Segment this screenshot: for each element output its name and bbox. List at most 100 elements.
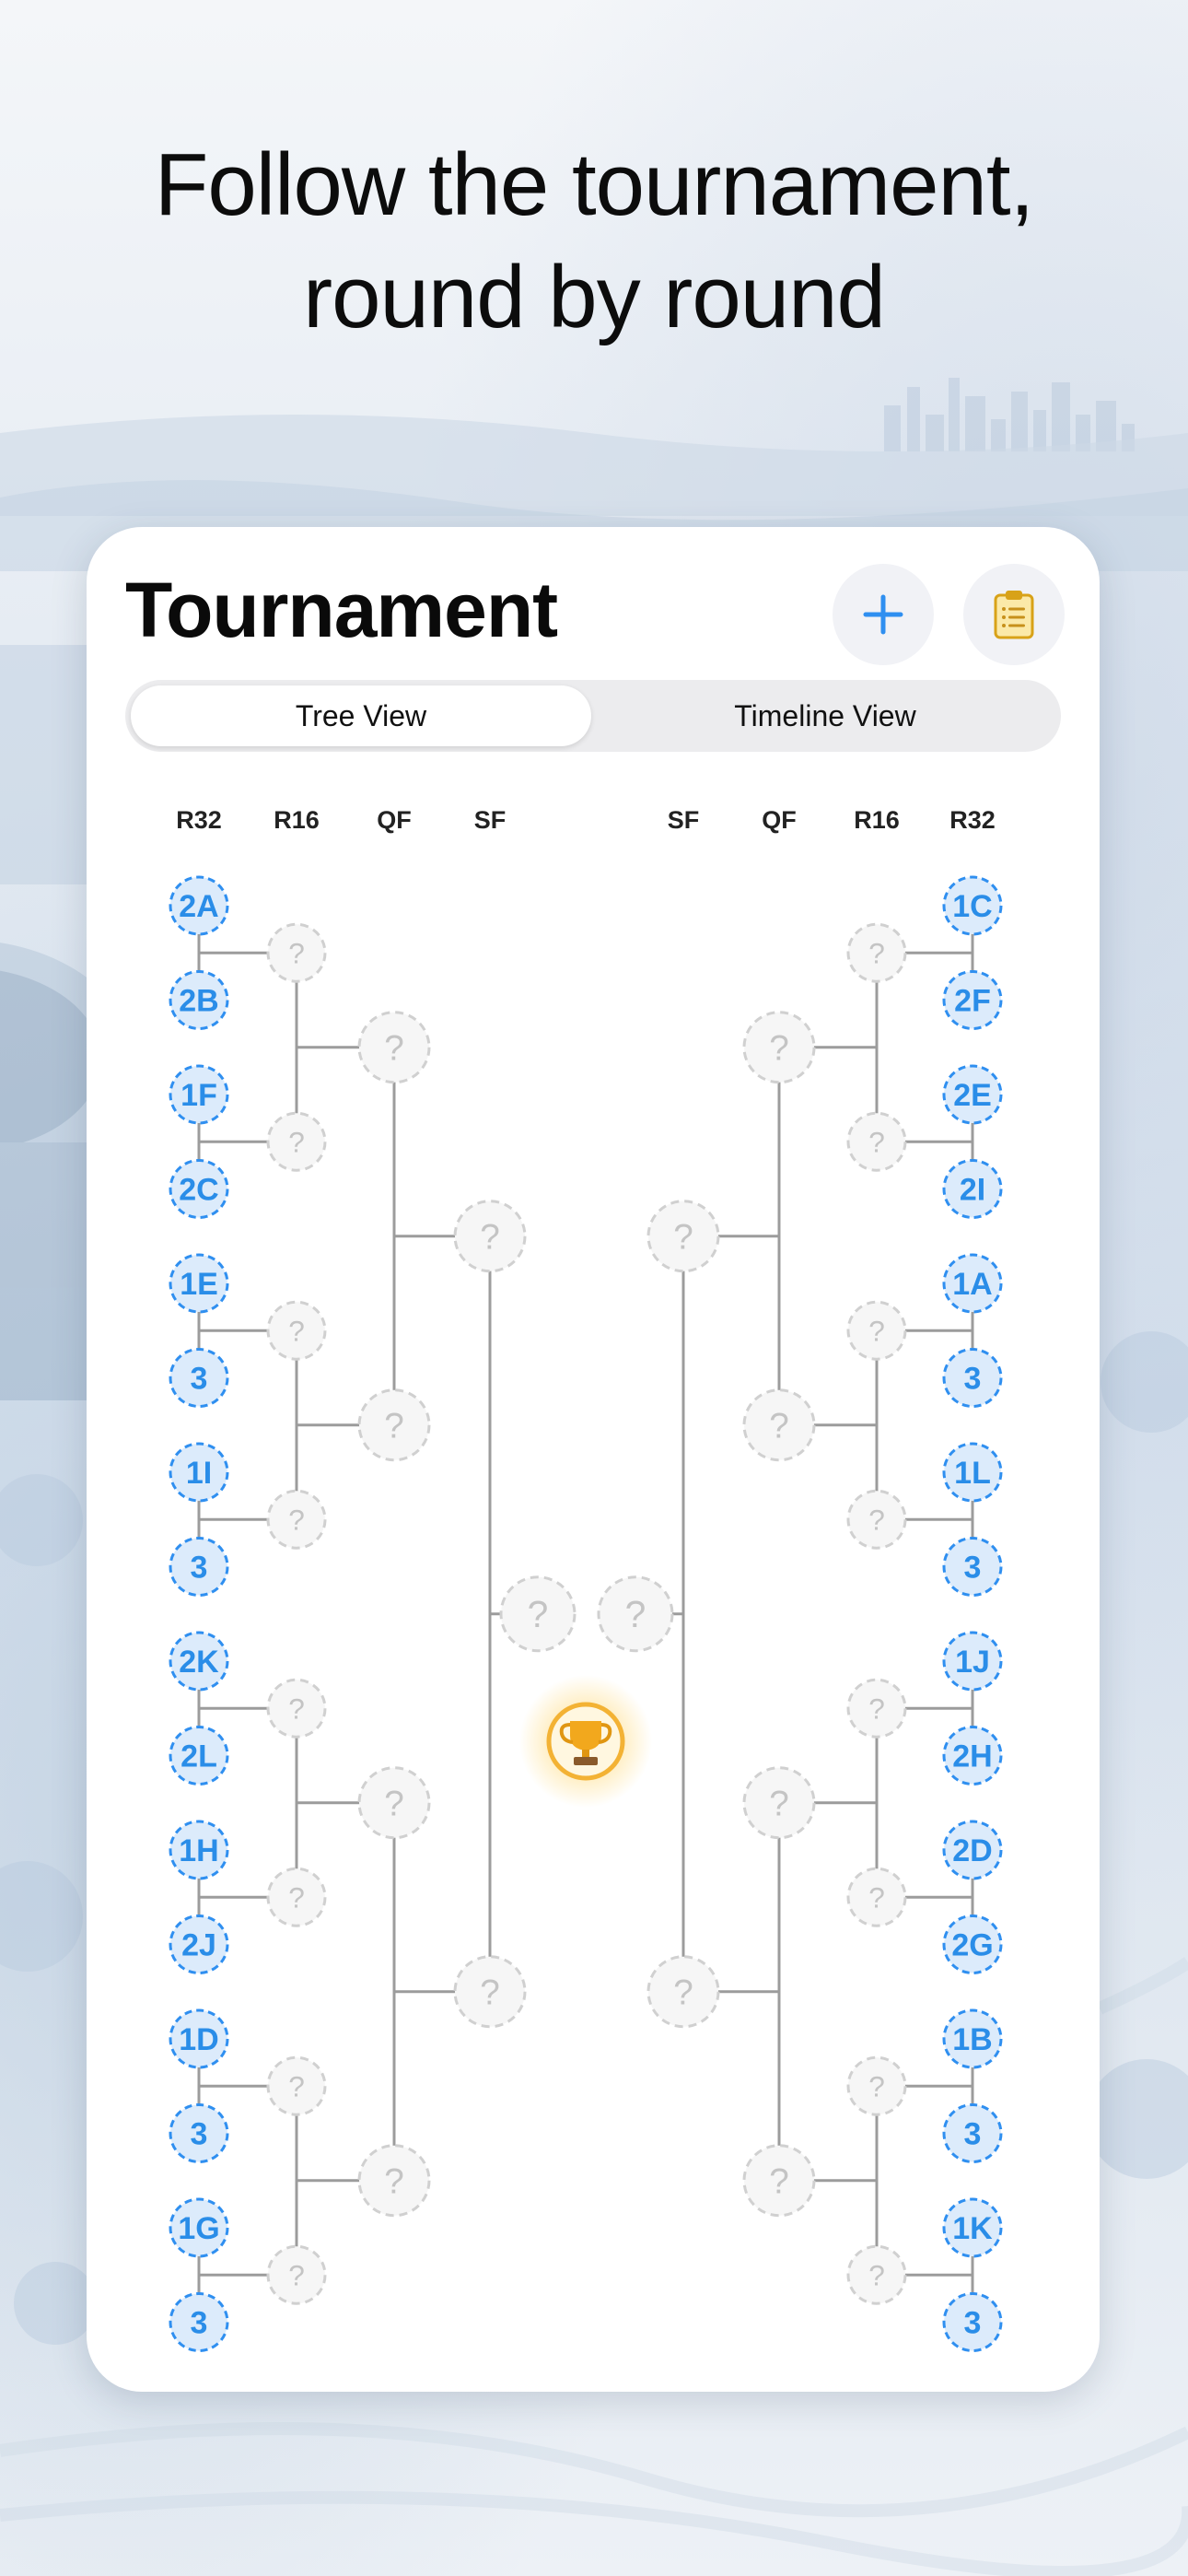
team-code: 1K (952, 2211, 993, 2246)
team-right-r32[interactable]: 1A (942, 1253, 1003, 1314)
qf-match[interactable]: ? (357, 1388, 431, 1462)
pending-mark: ? (868, 936, 885, 969)
team-code: 3 (964, 1362, 982, 1397)
team-left-r32[interactable]: 3 (169, 1537, 229, 1597)
headline-line-2: round by round (303, 248, 886, 346)
team-right-r32[interactable]: 3 (942, 1348, 1003, 1408)
sf-match[interactable]: ? (453, 1955, 527, 2029)
r16-match[interactable]: ? (266, 1867, 327, 1927)
pending-mark: ? (288, 1314, 305, 1347)
qf-match[interactable]: ? (357, 1766, 431, 1840)
team-code: 2G (951, 1928, 993, 1963)
r16-match[interactable]: ? (846, 1489, 907, 1550)
qf-match[interactable]: ? (357, 2144, 431, 2218)
team-left-r32[interactable]: 2L (169, 1726, 229, 1786)
team-right-r32[interactable]: 2E (942, 1064, 1003, 1125)
team-code: 1B (952, 2022, 992, 2057)
round-label-right: SF (668, 806, 700, 834)
team-code: 3 (964, 2117, 982, 2152)
pending-mark: ? (384, 1028, 404, 1068)
qf-match[interactable]: ? (742, 1011, 816, 1084)
team-left-r32[interactable]: 1H (169, 1820, 229, 1880)
pending-mark: ? (868, 2069, 885, 2102)
pending-mark: ? (673, 1973, 693, 2012)
r16-match[interactable]: ? (266, 2244, 327, 2305)
team-right-r32[interactable]: 1L (942, 1442, 1003, 1503)
team-code: 1G (178, 2211, 219, 2246)
team-right-r32[interactable]: 3 (942, 2292, 1003, 2352)
team-left-r32[interactable]: 3 (169, 1348, 229, 1408)
team-left-r32[interactable]: 1E (169, 1253, 229, 1314)
pending-mark: ? (868, 1314, 885, 1347)
sf-match[interactable]: ? (646, 1955, 720, 2029)
r16-match[interactable]: ? (846, 1300, 907, 1361)
team-right-r32[interactable]: 2F (942, 970, 1003, 1030)
r16-match[interactable]: ? (846, 2055, 907, 2116)
qf-match[interactable]: ? (742, 1388, 816, 1462)
team-left-r32[interactable]: 1D (169, 2008, 229, 2069)
pending-mark: ? (868, 1880, 885, 1914)
qf-match[interactable]: ? (357, 1011, 431, 1084)
team-right-r32[interactable]: 1B (942, 2008, 1003, 2069)
team-right-r32[interactable]: 2H (942, 1726, 1003, 1786)
r16-match[interactable]: ? (266, 2055, 327, 2116)
team-left-r32[interactable]: 2J (169, 1914, 229, 1974)
pending-mark: ? (288, 2069, 305, 2102)
r16-match[interactable]: ? (266, 1300, 327, 1361)
pending-mark: ? (480, 1217, 500, 1257)
team-code: 2I (960, 1173, 985, 1208)
team-left-r32[interactable]: 2K (169, 1631, 229, 1692)
pending-mark: ? (769, 1406, 789, 1446)
round-label-left: R16 (274, 806, 320, 834)
sf-match[interactable]: ? (646, 1200, 720, 1273)
pending-mark: ? (868, 1692, 885, 1725)
pending-mark: ? (384, 1406, 404, 1446)
team-right-r32[interactable]: 3 (942, 2103, 1003, 2163)
sf-match[interactable]: ? (453, 1200, 527, 1273)
team-right-r32[interactable]: 2G (942, 1914, 1003, 1974)
r16-match[interactable]: ? (266, 1111, 327, 1172)
team-code: 3 (191, 2306, 208, 2341)
team-code: 1E (180, 1267, 218, 1302)
team-left-r32[interactable]: 1G (169, 2197, 229, 2258)
team-left-r32[interactable]: 2A (169, 875, 229, 936)
team-left-r32[interactable]: 2B (169, 970, 229, 1030)
final-slot-right[interactable]: ? (597, 1575, 674, 1653)
team-right-r32[interactable]: 2D (942, 1820, 1003, 1880)
pending-mark: ? (288, 1503, 305, 1536)
qf-match[interactable]: ? (742, 1766, 816, 1840)
r16-match[interactable]: ? (846, 1111, 907, 1172)
pending-mark: ? (384, 2161, 404, 2201)
r16-match[interactable]: ? (266, 922, 327, 983)
team-left-r32[interactable]: 1F (169, 1064, 229, 1125)
team-left-r32[interactable]: 1I (169, 1442, 229, 1503)
r16-match[interactable]: ? (846, 2244, 907, 2305)
r16-match[interactable]: ? (846, 1678, 907, 1739)
pending-mark: ? (769, 1784, 789, 1823)
r16-match[interactable]: ? (846, 922, 907, 983)
team-right-r32[interactable]: 1K (942, 2197, 1003, 2258)
trophy-icon[interactable] (519, 1675, 652, 1808)
team-code: 1I (186, 1456, 212, 1491)
team-left-r32[interactable]: 3 (169, 2292, 229, 2352)
pending-mark: ? (288, 2258, 305, 2291)
team-right-r32[interactable]: 1J (942, 1631, 1003, 1692)
team-right-r32[interactable]: 3 (942, 1537, 1003, 1597)
team-code: 1C (952, 889, 992, 924)
round-label-left: SF (474, 806, 507, 834)
trophy-base (574, 1757, 598, 1765)
pending-mark: ? (868, 1125, 885, 1158)
r16-match[interactable]: ? (266, 1678, 327, 1739)
pending-mark: ? (384, 1784, 404, 1823)
team-left-r32[interactable]: 2C (169, 1159, 229, 1219)
r16-match[interactable]: ? (266, 1489, 327, 1550)
team-left-r32[interactable]: 3 (169, 2103, 229, 2163)
final-slot-left[interactable]: ? (499, 1575, 577, 1653)
qf-match[interactable]: ? (742, 2144, 816, 2218)
team-code: 3 (964, 1551, 982, 1586)
team-right-r32[interactable]: 2I (942, 1159, 1003, 1219)
team-right-r32[interactable]: 1C (942, 875, 1003, 936)
pending-mark: ? (480, 1973, 500, 2012)
r16-match[interactable]: ? (846, 1867, 907, 1927)
team-code: 3 (964, 2306, 982, 2341)
